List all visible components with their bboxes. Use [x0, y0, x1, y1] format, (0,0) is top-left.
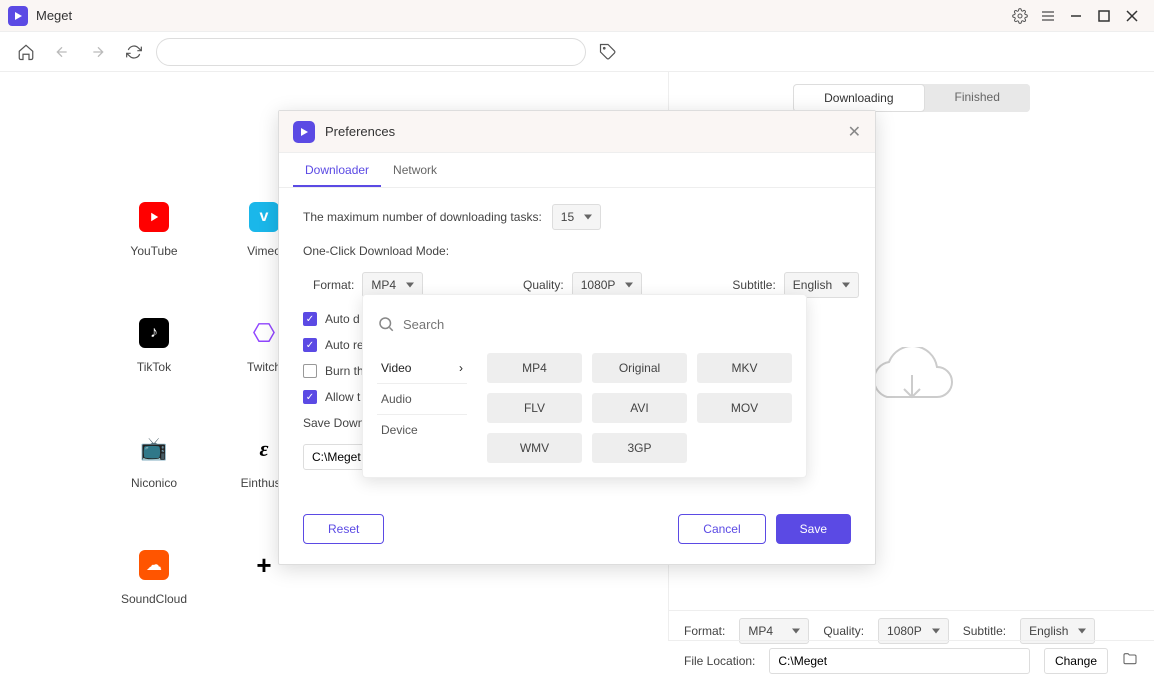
- subtitle-label: Subtitle:: [963, 624, 1006, 638]
- maximize-icon[interactable]: [1090, 2, 1118, 30]
- file-location-label: File Location:: [684, 654, 755, 668]
- site-label: TikTok: [137, 360, 171, 374]
- checkbox-allow[interactable]: [303, 390, 317, 404]
- site-youtube[interactable]: YouTube: [109, 202, 199, 258]
- menu-icon[interactable]: [1034, 2, 1062, 30]
- one-click-label: One-Click Download Mode:: [303, 244, 449, 258]
- format-option[interactable]: WMV: [487, 433, 582, 463]
- tab-downloading[interactable]: Downloading: [793, 84, 924, 112]
- dialog-title: Preferences: [325, 124, 395, 139]
- chevron-right-icon: ›: [459, 361, 463, 375]
- search-icon: [377, 315, 395, 333]
- format-option[interactable]: AVI: [592, 393, 687, 423]
- checkbox-burn[interactable]: [303, 364, 317, 378]
- cancel-button[interactable]: Cancel: [678, 514, 765, 544]
- format-option[interactable]: MKV: [697, 353, 792, 383]
- format-option[interactable]: FLV: [487, 393, 582, 423]
- site-label: YouTube: [130, 244, 177, 258]
- checkbox-auto-re[interactable]: [303, 338, 317, 352]
- category-audio[interactable]: Audio: [377, 384, 467, 415]
- url-input[interactable]: [156, 38, 586, 66]
- site-niconico[interactable]: 📺Niconico: [109, 434, 199, 490]
- site-label: Niconico: [131, 476, 177, 490]
- forward-icon[interactable]: [84, 38, 112, 66]
- home-icon[interactable]: [12, 38, 40, 66]
- close-icon[interactable]: ✕: [848, 122, 861, 142]
- tag-icon[interactable]: [594, 38, 622, 66]
- format-option[interactable]: Original: [592, 353, 687, 383]
- reload-icon[interactable]: [120, 38, 148, 66]
- change-location-button[interactable]: Change: [1044, 648, 1108, 674]
- save-path-label: Save Down: [303, 416, 364, 430]
- format-option[interactable]: MP4: [487, 353, 582, 383]
- toolbar: [0, 32, 1154, 72]
- site-label: Twitch: [247, 360, 281, 374]
- bottom-location-bar: File Location: Change: [668, 640, 1154, 680]
- reset-button[interactable]: Reset: [303, 514, 384, 544]
- category-device[interactable]: Device: [377, 415, 467, 445]
- back-icon[interactable]: [48, 38, 76, 66]
- quality-label: Quality:: [823, 624, 864, 638]
- site-tiktok[interactable]: ♪TikTok: [109, 318, 199, 374]
- settings-icon[interactable]: [1006, 2, 1034, 30]
- download-tabs: Downloading Finished: [793, 84, 1030, 112]
- file-location-input[interactable]: [769, 648, 1030, 674]
- max-tasks-label: The maximum number of downloading tasks:: [303, 210, 542, 224]
- app-logo: [8, 6, 28, 26]
- tab-downloader[interactable]: Downloader: [293, 153, 381, 187]
- format-label: Format:: [684, 624, 725, 638]
- format-popover: Video› Audio Device MP4 Original MKV FLV…: [362, 294, 807, 478]
- app-title: Meget: [36, 8, 72, 23]
- tab-network[interactable]: Network: [381, 153, 449, 187]
- close-icon[interactable]: [1118, 2, 1146, 30]
- subtitle-label: Subtitle:: [732, 278, 775, 292]
- search-input[interactable]: [403, 317, 792, 332]
- cloud-download-icon: [862, 347, 962, 417]
- save-button[interactable]: Save: [776, 514, 851, 544]
- max-tasks-select[interactable]: 15: [552, 204, 601, 230]
- tab-finished[interactable]: Finished: [925, 84, 1030, 112]
- checkbox-auto-d[interactable]: [303, 312, 317, 326]
- format-option[interactable]: 3GP: [592, 433, 687, 463]
- category-video[interactable]: Video›: [377, 353, 467, 384]
- site-soundcloud[interactable]: ☁SoundCloud: [109, 550, 199, 606]
- minimize-icon[interactable]: [1062, 2, 1090, 30]
- format-option[interactable]: MOV: [697, 393, 792, 423]
- folder-icon[interactable]: [1122, 651, 1138, 670]
- app-logo: [293, 121, 315, 143]
- site-label: Vimeo: [247, 244, 281, 258]
- titlebar: Meget: [0, 0, 1154, 32]
- quality-label: Quality:: [523, 278, 564, 292]
- site-label: SoundCloud: [121, 592, 187, 606]
- format-label: Format:: [313, 278, 354, 292]
